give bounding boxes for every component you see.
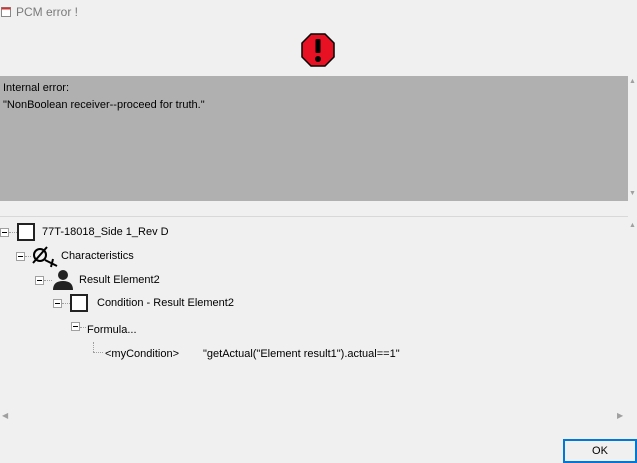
error-detail: "NonBoolean receiver--proceed for truth.…	[3, 99, 205, 111]
tree-node-label: Formula...	[87, 324, 137, 336]
condition-tag: <myCondition>	[105, 348, 179, 360]
tree-node-condition-expression[interactable]: <myCondition> "getActual("Element result…	[105, 347, 445, 369]
tree-node-root[interactable]: 77T-18018_Side 1_Rev D	[0, 222, 300, 244]
error-stop-icon	[301, 33, 335, 67]
collapse-toggle-icon[interactable]	[0, 228, 9, 237]
collapse-toggle-icon[interactable]	[71, 322, 80, 331]
error-message-pane[interactable]: Internal error: "NonBoolean receiver--pr…	[0, 76, 628, 201]
scroll-left-arrow-icon[interactable]: ◀	[2, 411, 8, 420]
title-bar: PCM error !	[0, 0, 637, 24]
part-square-icon	[17, 223, 35, 241]
scroll-right-arrow-icon[interactable]: ▶	[617, 411, 623, 420]
tree-node-result-element[interactable]: Result Element2	[35, 269, 335, 291]
message-vertical-scrollbar[interactable]: ▲ ▼	[628, 76, 637, 201]
collapse-toggle-icon[interactable]	[53, 299, 62, 308]
tree-node-label: 77T-18018_Side 1_Rev D	[42, 226, 169, 238]
tree-node-label: Characteristics	[61, 250, 134, 262]
condition-square-icon	[70, 294, 88, 312]
tree-node-label: Result Element2	[79, 274, 160, 286]
pane-divider	[0, 216, 628, 217]
tree-horizontal-scrollbar[interactable]: ◀ ▶	[0, 410, 628, 422]
user-person-icon	[53, 270, 73, 290]
scroll-down-arrow-icon[interactable]: ▼	[629, 190, 636, 197]
tree-node-condition[interactable]: Condition - Result Element2	[53, 293, 353, 315]
window-title: PCM error !	[16, 5, 79, 19]
error-heading: Internal error:	[3, 82, 70, 94]
characteristics-measure-icon	[32, 246, 58, 268]
tree-node-formula[interactable]: Formula...	[71, 321, 271, 343]
tree-node-label: Condition - Result Element2	[97, 297, 234, 309]
condition-expression: "getActual("Element result1").actual==1"	[203, 348, 400, 360]
tree-node-characteristics[interactable]: Characteristics	[16, 246, 316, 268]
ok-button[interactable]: OK	[563, 439, 637, 463]
tree-view[interactable]: 77T-18018_Side 1_Rev D Characteristics R…	[0, 218, 628, 408]
scroll-up-arrow-icon[interactable]: ▲	[629, 78, 636, 85]
tree-vertical-scrollbar[interactable]: ▲	[628, 218, 637, 408]
scroll-up-arrow-icon[interactable]: ▲	[629, 222, 636, 229]
collapse-toggle-icon[interactable]	[16, 252, 25, 261]
app-window-icon	[1, 7, 11, 17]
collapse-toggle-icon[interactable]	[35, 276, 44, 285]
